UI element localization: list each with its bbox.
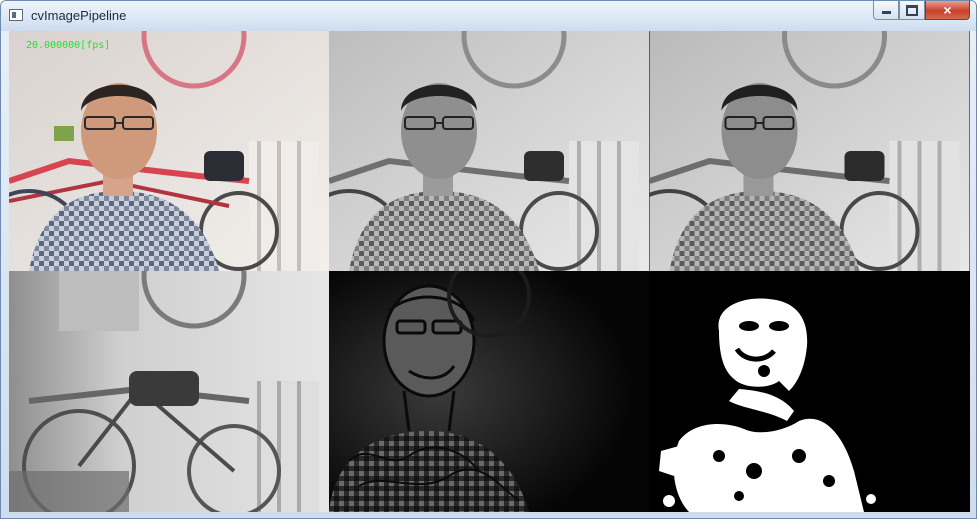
maximize-icon	[906, 4, 918, 16]
title-bar[interactable]: cvImagePipeline ×	[1, 1, 976, 31]
color-frame-pane: 20.000000[fps]	[9, 31, 329, 271]
image-pipeline-view: 20.000000[fps]	[9, 31, 970, 512]
gray-frame-2-image	[649, 31, 970, 271]
close-icon: ×	[943, 2, 952, 18]
gray-frame-pane	[329, 31, 649, 271]
background-frame-pane	[9, 271, 329, 512]
difference-frame-pane	[329, 271, 649, 512]
threshold-mask-image	[649, 271, 970, 512]
gray-frame-image	[329, 31, 649, 271]
color-frame-image	[9, 31, 329, 271]
difference-frame-image	[329, 271, 649, 512]
background-frame-image	[9, 271, 329, 512]
fps-counter: 20.000000[fps]	[26, 40, 111, 51]
app-window: cvImagePipeline × 20.000000[fps]	[0, 0, 977, 519]
maximize-button[interactable]	[899, 1, 925, 20]
threshold-mask-pane	[649, 271, 970, 512]
gray-frame-2-pane	[649, 31, 970, 271]
minimize-button[interactable]	[873, 1, 899, 20]
close-button[interactable]: ×	[925, 1, 970, 20]
app-window-icon[interactable]	[9, 9, 23, 21]
minimize-icon	[881, 11, 891, 14]
window-controls: ×	[873, 1, 970, 21]
window-title: cvImagePipeline	[31, 8, 127, 23]
